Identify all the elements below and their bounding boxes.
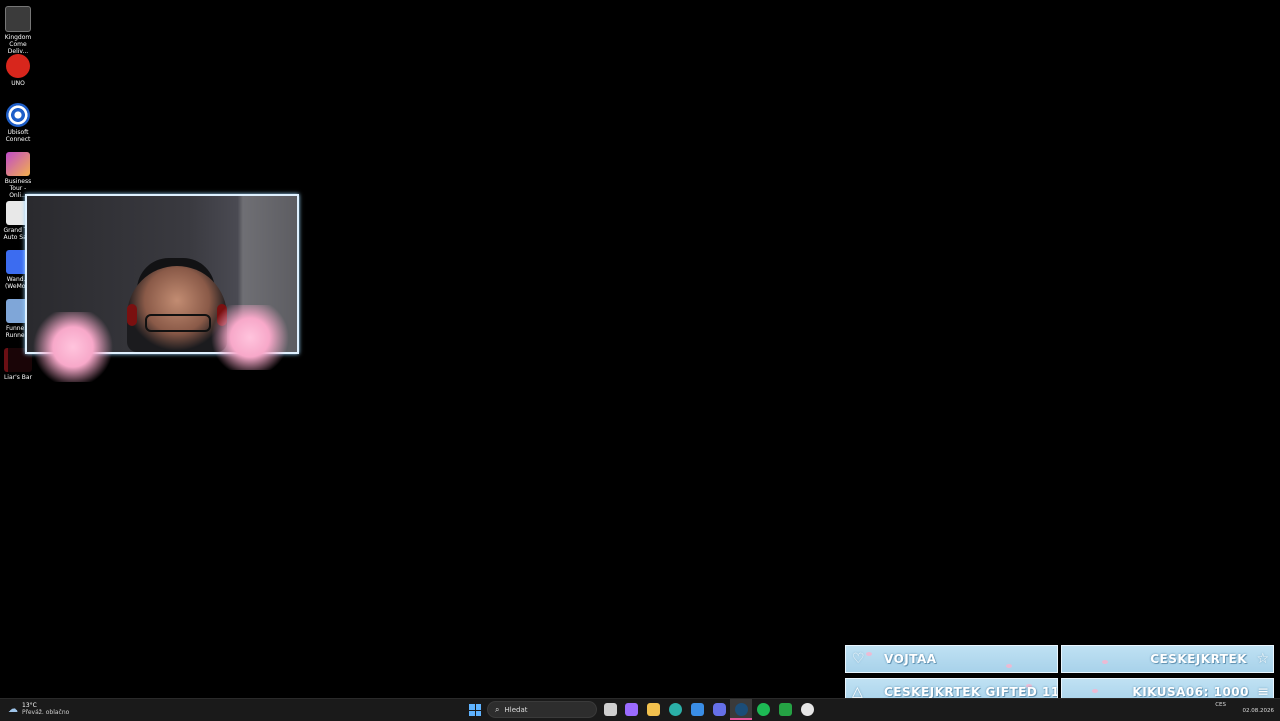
star-icon: ☆ [1256,651,1269,667]
petal-decoration [1102,660,1108,664]
start-button[interactable] [469,704,481,716]
desktop: { "desktop_icons": [ {"label": "Kingdom … [0,0,1280,721]
petal-decoration [866,652,872,656]
discord-icon[interactable] [713,703,726,716]
taskbar: ☁ 13°C Převáž. oblačno ⌕ Hledat CES 02.0… [0,698,1280,721]
webcam-person-glasses [145,314,211,332]
obs-icon[interactable] [801,703,814,716]
search-icon: ⌕ [495,704,500,714]
petal-decoration [1006,664,1012,668]
weather-temp: 13°C [22,702,37,709]
desktop-icon-label: UNO [11,80,25,87]
petal-decoration [1092,689,1098,693]
alert-follow: ♡ VOJTAA [845,645,1058,673]
clock-date[interactable]: 02.08.2026 [1243,708,1275,714]
alert-bits-text: KIKUSA06: 1000 [1132,685,1249,699]
cherry-blossom-left [28,312,118,382]
cloud-icon: ☁ [8,703,18,715]
desktop-icon-ubisoft[interactable]: Ubisoft Connect [0,99,36,143]
desktop-icon-uno[interactable]: UNO [0,50,36,87]
search-placeholder: Hledat [504,705,528,714]
alert-subscriber: CESKEJKRTEK ☆ [1061,645,1274,673]
ubisoft-icon [6,103,30,127]
weather-widget[interactable]: ☁ 13°C Převáž. oblačno [8,702,69,716]
desktop-icon-label: Ubisoft Connect [5,129,31,143]
windows-logo-tile [469,704,475,710]
business-tour-icon [6,152,30,176]
steam-icon[interactable] [735,703,748,716]
desktop-icon-kingdom-come[interactable]: Kingdom Come Deliv... [0,2,36,55]
alert-subscriber-text: CESKEJKRTEK [1150,652,1247,666]
taskbar-search[interactable]: ⌕ Hledat [487,701,597,718]
cherry-blossom-right [205,305,295,370]
windows-logo-tile [475,704,481,710]
xbox-icon[interactable] [779,703,792,716]
spotify-icon[interactable] [757,703,770,716]
windows-logo-tile [469,710,475,716]
system-tray[interactable]: CES 02.08.2026 [1215,702,1274,714]
task-view-icon[interactable] [604,703,617,716]
desktop-icon-business-tour[interactable]: Business Tour - Onli... [0,148,36,199]
language-indicator[interactable]: CES [1215,702,1226,708]
file-explorer-icon[interactable] [647,703,660,716]
uno-icon [6,54,30,78]
edge-icon[interactable] [669,703,682,716]
kingdom-come-icon [5,6,31,32]
alert-gift-text: CESKEJKRTEK GIFTED 11 [884,685,1058,699]
alert-follow-text: VOJTAA [884,652,937,666]
store-icon[interactable] [691,703,704,716]
weather-desc: Převáž. oblačno [22,709,70,716]
heart-icon: ♡ [852,651,865,667]
windows-logo-tile [475,710,481,716]
headphone-left [127,304,137,326]
copilot-icon[interactable] [625,703,638,716]
